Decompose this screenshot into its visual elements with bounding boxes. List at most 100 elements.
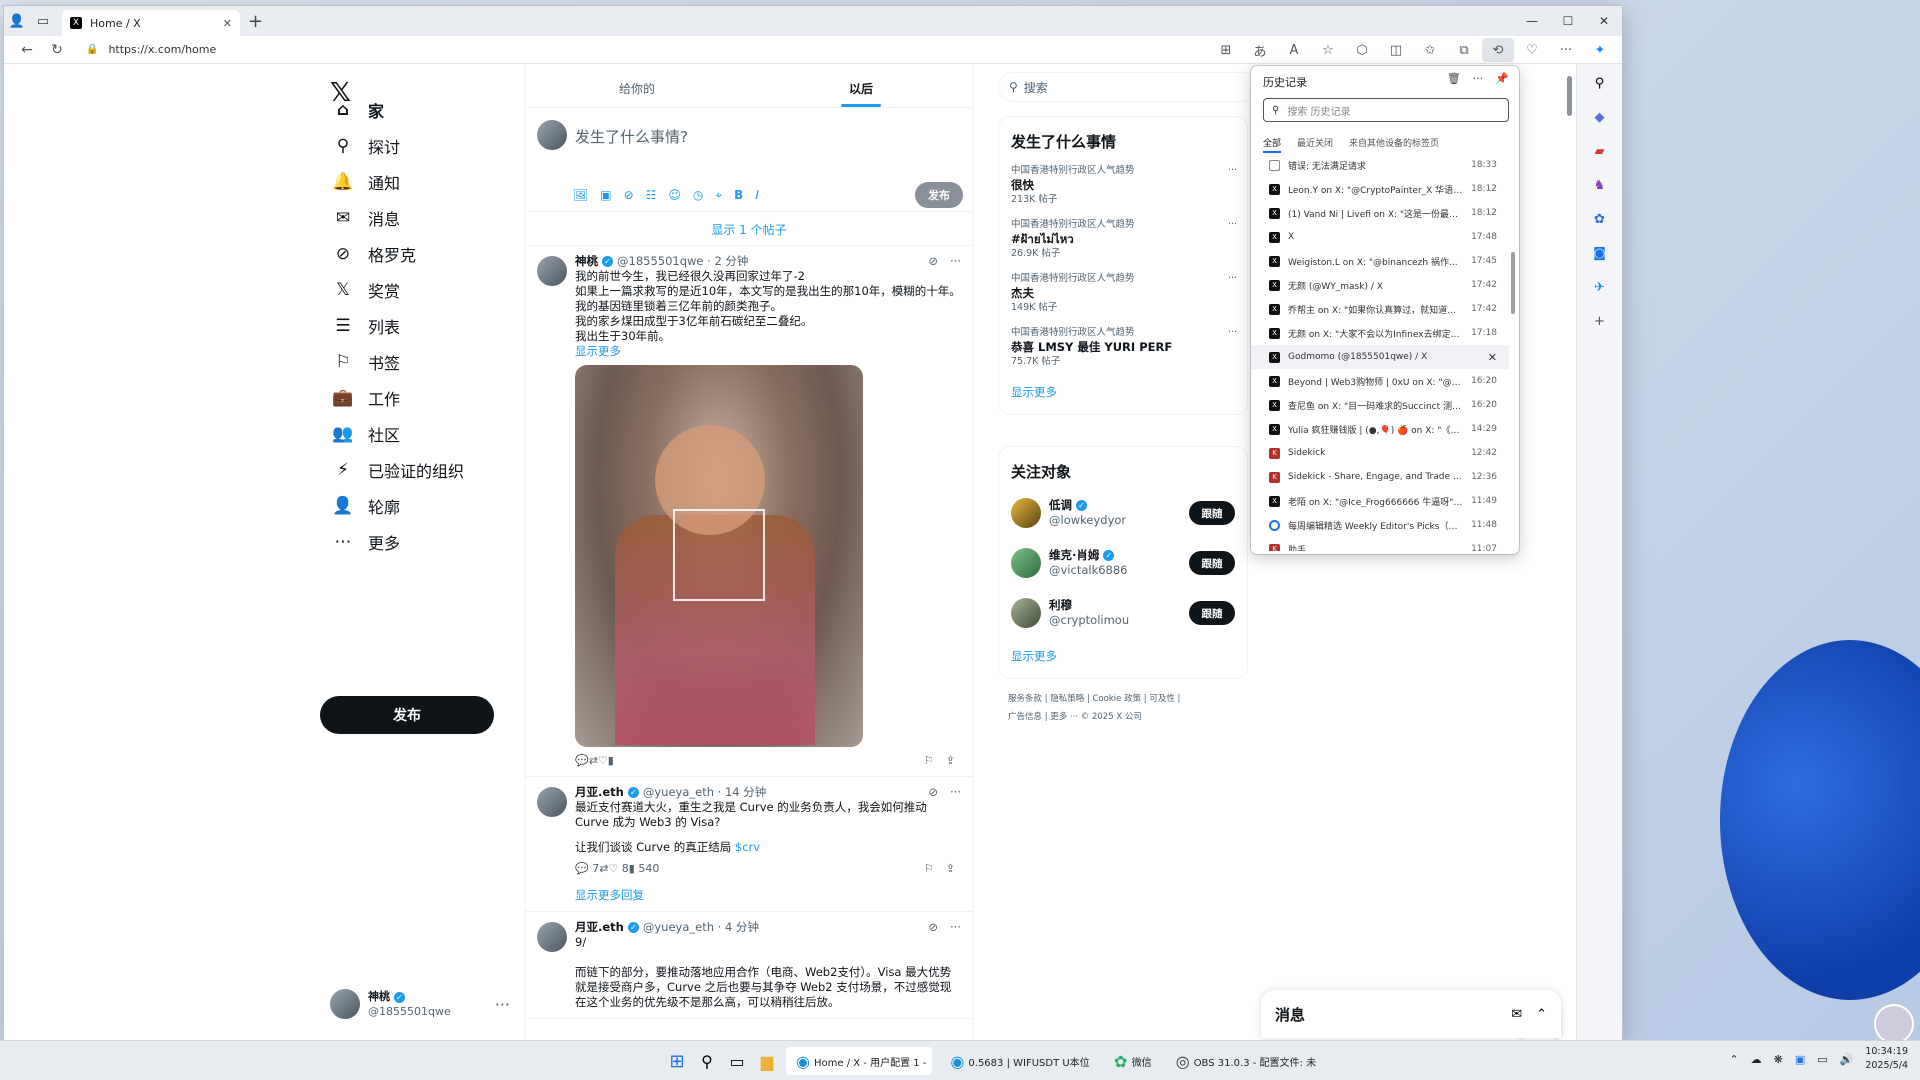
trend-item[interactable]: 中国香港特别行政区人气趋势 很快 213K 帖子 ··· bbox=[999, 158, 1247, 212]
history-tab-other-devices[interactable]: 来自其他设备的标签页 bbox=[1349, 136, 1439, 149]
add-icon[interactable]: + bbox=[1589, 310, 1611, 332]
cloud-icon[interactable]: ☁ bbox=[1751, 1053, 1762, 1066]
translate-icon[interactable]: あ bbox=[1244, 38, 1276, 62]
nav-bookmarks[interactable]: ⚐ 书签 bbox=[332, 348, 400, 376]
history-icon[interactable]: ⟲ bbox=[1482, 38, 1514, 62]
favorite-star-icon[interactable]: ☆ bbox=[1312, 38, 1344, 62]
expand-icon[interactable]: ⌃ bbox=[1536, 1007, 1547, 1022]
more-icon[interactable]: ··· bbox=[1228, 272, 1237, 285]
tab-for-you[interactable]: 给你的 bbox=[525, 64, 749, 107]
more-icon[interactable]: ··· bbox=[1228, 218, 1237, 231]
history-item[interactable]: K Sidekick 12:42 bbox=[1251, 441, 1509, 465]
author-name[interactable]: 神桃 bbox=[575, 254, 598, 269]
games-icon[interactable]: ♞ bbox=[1589, 174, 1611, 196]
reply-icon[interactable]: 💬 7 bbox=[575, 861, 599, 876]
clock[interactable]: 10:34:19 2025/5/4 bbox=[1865, 1045, 1908, 1073]
close-window-button[interactable]: ✕ bbox=[1586, 6, 1622, 36]
show-more-link[interactable]: 显示更多 bbox=[575, 344, 961, 359]
history-item[interactable]: X (1) Vand Ni | Livefi on X: "这是一份最新... 18… bbox=[1251, 201, 1509, 225]
read-aloud-icon[interactable]: A bbox=[1278, 38, 1310, 62]
grok-icon[interactable]: ⊘ bbox=[928, 254, 938, 269]
maximize-button[interactable]: ☐ bbox=[1550, 6, 1586, 36]
more-icon[interactable]: ··· bbox=[950, 920, 961, 935]
close-tab-icon[interactable]: ✕ bbox=[223, 17, 232, 30]
share-icon[interactable]: ⇪ bbox=[946, 753, 955, 768]
tray-blue-icon[interactable]: ▣ bbox=[1795, 1053, 1805, 1066]
footer-line[interactable]: 服务条款 | 隐私策略 | Cookie 政策 | 可及性 | bbox=[1008, 690, 1248, 708]
post-button[interactable]: 发布 bbox=[320, 696, 494, 734]
bookmark-icon[interactable]: ⚐ bbox=[924, 753, 934, 768]
history-item[interactable]: X Godmomo (@1855501qwe) / X ✕ bbox=[1251, 345, 1509, 369]
like-icon[interactable]: ♡ 8 bbox=[608, 861, 628, 876]
cashtag-link[interactable]: $crv bbox=[735, 840, 760, 854]
nav-grok[interactable]: ⊘ 格罗克 bbox=[332, 240, 416, 268]
address-bar[interactable]: 🔒 https://x.com/home bbox=[78, 39, 1218, 61]
favorites-icon[interactable]: ✩ bbox=[1414, 38, 1446, 62]
lock-icon[interactable]: 🔒 bbox=[86, 44, 98, 55]
tab-home-x[interactable]: X Home / X ✕ bbox=[62, 10, 240, 36]
follow-button[interactable]: 跟随 bbox=[1189, 501, 1235, 525]
trend-item[interactable]: 中国香港特别行政区人气趋势 恭喜 LMSY 最佳 YURI PERF 75.7K 帖… bbox=[999, 320, 1247, 374]
trend-item[interactable]: 中国香港特别行政区人气趋势 杰夫 149K 帖子 ··· bbox=[999, 266, 1247, 320]
history-item[interactable]: X X 17:48 bbox=[1251, 225, 1509, 249]
history-tab-all[interactable]: 全部 bbox=[1263, 136, 1282, 153]
like-icon[interactable]: ♡ bbox=[598, 753, 608, 768]
tab-following[interactable]: 以后 bbox=[749, 64, 973, 107]
desktop-user-icon[interactable] bbox=[1874, 1004, 1914, 1044]
author-name[interactable]: 月亚.eth bbox=[575, 920, 624, 935]
start-icon[interactable]: ⊞ bbox=[666, 1050, 688, 1072]
tweet[interactable]: 月亚.eth ✓ @yueya_eth · 14 分钟 ⊘ ··· 最近支付赛道大… bbox=[525, 777, 973, 912]
taskbar-app-edge[interactable]: ◉ Home / X - 用户配置 1 - bbox=[786, 1047, 933, 1075]
author-name[interactable]: 月亚.eth bbox=[575, 785, 624, 800]
more-icon[interactable]: ··· bbox=[950, 785, 961, 800]
avatar[interactable] bbox=[537, 922, 567, 952]
show-new-posts[interactable]: 显示 1 个帖子 bbox=[525, 212, 973, 246]
nav-explore[interactable]: ⚲ 探讨 bbox=[332, 132, 400, 160]
nav-more[interactable]: ⋯ 更多 bbox=[332, 528, 401, 556]
show-more-follows[interactable]: 显示更多 bbox=[999, 638, 1247, 678]
composer-input[interactable]: 发生了什么事情? bbox=[575, 126, 688, 147]
avatar[interactable] bbox=[537, 256, 567, 286]
collections-icon[interactable]: ⧉ bbox=[1448, 38, 1480, 62]
tweet[interactable]: 月亚.eth ✓ @yueya_eth · 4 分钟 ⊘ ··· 9/ 而链下的部… bbox=[525, 912, 973, 1019]
grok-icon[interactable]: ⊘ bbox=[624, 188, 634, 203]
extensions-icon[interactable]: ⬡ bbox=[1346, 38, 1378, 62]
follow-suggestion[interactable]: 低调 ✓ @lowkeydyor 跟随 bbox=[999, 488, 1247, 538]
compose-message-icon[interactable]: ✉ bbox=[1511, 1007, 1522, 1022]
volume-icon[interactable]: 🔊 bbox=[1840, 1053, 1854, 1066]
back-icon[interactable]: ← bbox=[12, 42, 42, 58]
history-item[interactable]: X 老陌 on X: "@Ice_Frog666666 牛逼呀" ... 11:49 bbox=[1251, 489, 1509, 513]
nav-premium[interactable]: 𝕏 奖赏 bbox=[332, 276, 400, 304]
poll-icon[interactable]: ☷ bbox=[646, 188, 657, 203]
new-tab-button[interactable]: + bbox=[248, 11, 263, 32]
tweet-video[interactable] bbox=[575, 365, 863, 747]
search-input[interactable]: ⚲ 搜索 bbox=[998, 72, 1258, 102]
split-screen-icon[interactable]: ◫ bbox=[1380, 38, 1412, 62]
history-item[interactable]: X 无颜 on X: "大家不会以为Infinex去绑定个... 17:18 bbox=[1251, 321, 1509, 345]
location-icon[interactable]: ⌖ bbox=[715, 188, 722, 203]
bookmark-icon[interactable]: ⚐ bbox=[924, 861, 934, 876]
emoji-icon[interactable]: ☺ bbox=[668, 188, 681, 203]
schedule-icon[interactable]: ◷ bbox=[693, 188, 703, 203]
play-icon[interactable] bbox=[673, 509, 765, 601]
nav-communities[interactable]: 👥 社区 bbox=[332, 420, 400, 448]
tweet-meta[interactable]: @yueya_eth · 4 分钟 bbox=[643, 920, 759, 935]
task-view-icon[interactable]: ▭ bbox=[726, 1050, 748, 1072]
copilot-icon[interactable]: ✦ bbox=[1584, 38, 1616, 62]
nav-verified-orgs[interactable]: ⚡ 已验证的组织 bbox=[332, 456, 464, 484]
reply-icon[interactable]: 💬 bbox=[575, 753, 589, 768]
taskbar-app-wechat[interactable]: ✿ 微信 bbox=[1104, 1047, 1158, 1075]
history-item[interactable]: X 无颜 (@WY_mask) / X 17:42 bbox=[1251, 273, 1509, 297]
history-item[interactable]: K Sidekick - Share, Engage, and Trade Liv… bbox=[1251, 465, 1509, 489]
show-more-trends[interactable]: 显示更多 bbox=[999, 374, 1247, 414]
tray-app-icon[interactable]: ❋ bbox=[1774, 1053, 1783, 1066]
nav-jobs[interactable]: 💼 工作 bbox=[332, 384, 400, 412]
tag-icon[interactable]: ◆ bbox=[1589, 106, 1611, 128]
search-icon[interactable]: ⚲ bbox=[1589, 72, 1611, 94]
profile-icon[interactable]: 👤 bbox=[4, 8, 30, 34]
tab-actions-icon[interactable]: ▭ bbox=[30, 8, 56, 34]
italic-icon[interactable]: I bbox=[755, 188, 759, 203]
messages-drawer[interactable]: 消息 ✉ ⌃ bbox=[1261, 990, 1561, 1038]
scrollbar-thumb[interactable] bbox=[1567, 76, 1572, 116]
views-icon[interactable]: ▮ 540 bbox=[629, 861, 660, 876]
